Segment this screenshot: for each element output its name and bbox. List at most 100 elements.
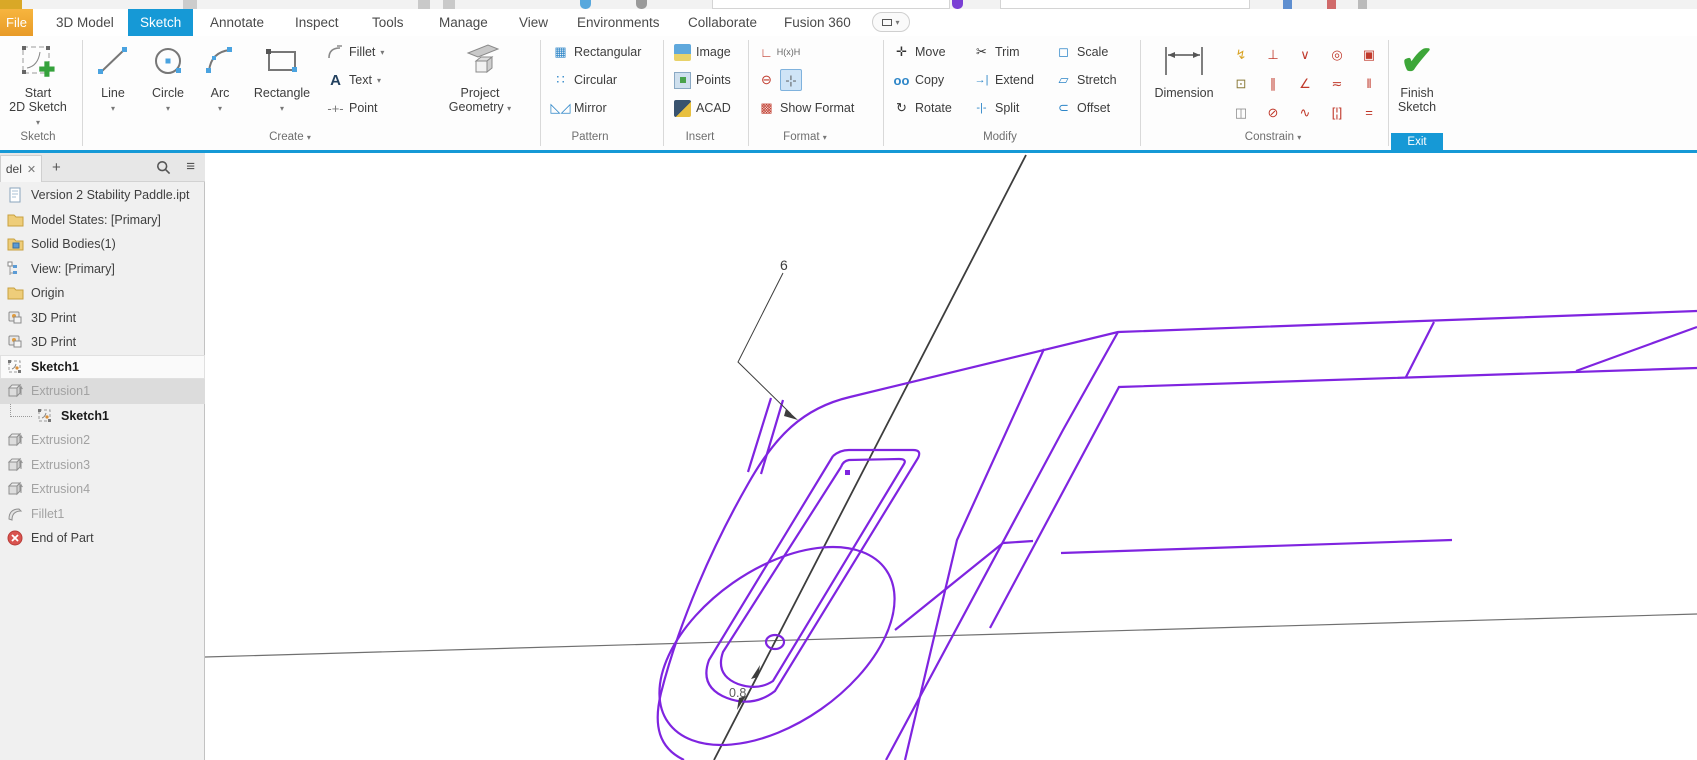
finish-sketch-button[interactable]: ✔ FinishSketch bbox=[1388, 38, 1446, 114]
browser-item-fillet1[interactable]: Fillet1 bbox=[0, 502, 205, 527]
dimension-inline-text[interactable]: 0.8 bbox=[729, 686, 746, 700]
browser-item-extrusion3[interactable]: Extrusion3 bbox=[0, 453, 205, 478]
concentric-constraint-icon[interactable]: ◎ bbox=[1321, 40, 1353, 69]
insert-points-button[interactable]: Points bbox=[674, 68, 731, 92]
extend-button[interactable]: →|Extend bbox=[973, 68, 1034, 92]
browser-item-sketch1[interactable]: Sketch1 bbox=[0, 404, 205, 429]
reference-line[interactable] bbox=[205, 614, 1697, 657]
tangent-circle-constraint-icon[interactable]: ⊘ bbox=[1257, 98, 1289, 127]
auto-dimension-icon[interactable]: ↯ bbox=[1225, 40, 1257, 69]
tab-file[interactable]: File bbox=[0, 9, 33, 36]
constraint-settings-icon[interactable]: ⊡ bbox=[1225, 69, 1257, 98]
tab-inspect[interactable]: Inspect bbox=[283, 9, 351, 36]
browser-item-version-2-stability-paddle-ipt[interactable]: Version 2 Stability Paddle.ipt bbox=[0, 183, 205, 208]
offset-button[interactable]: ⊂Offset bbox=[1055, 96, 1110, 120]
browser-tab-model[interactable]: del✕ bbox=[0, 155, 42, 182]
start-2d-sketch-button[interactable]: Start 2D Sketch ▾ bbox=[6, 38, 70, 130]
browser-item-extrusion2[interactable]: Extrusion2 bbox=[0, 428, 205, 453]
tab-tools[interactable]: Tools bbox=[360, 9, 416, 36]
shaft-right-diagonal[interactable] bbox=[1576, 327, 1697, 371]
show-constraints-icon[interactable]: ◫ bbox=[1225, 98, 1257, 127]
rectangular-pattern-button[interactable]: ▦ Rectangular bbox=[552, 40, 641, 64]
neck-edge-line-2[interactable] bbox=[905, 349, 1044, 760]
browser-item-origin[interactable]: Origin bbox=[0, 281, 205, 306]
browser-item-3d-print[interactable]: 3D Print bbox=[0, 330, 205, 355]
ground-constraint-icon[interactable]: ≂ bbox=[1321, 69, 1353, 98]
paddle-outer-outline[interactable] bbox=[658, 311, 1697, 760]
shaft-inner-line[interactable] bbox=[1061, 540, 1452, 553]
tab-annotate[interactable]: Annotate bbox=[198, 9, 276, 36]
tab-manage[interactable]: Manage bbox=[427, 9, 500, 36]
line-tool-button[interactable]: Line▾ bbox=[88, 38, 138, 116]
sketch-geometry[interactable] bbox=[624, 311, 1697, 760]
construction-axis-line[interactable] bbox=[714, 155, 1026, 760]
command-box-fragment[interactable] bbox=[1000, 0, 1250, 9]
tab-collaborate[interactable]: Collaborate bbox=[676, 9, 769, 36]
upper-slot-lines[interactable] bbox=[748, 398, 783, 474]
fix-lock-constraint-icon[interactable]: ▣ bbox=[1353, 40, 1385, 69]
ribbon-options-button[interactable]: ▾ bbox=[872, 12, 910, 32]
copy-button[interactable]: ooCopy bbox=[893, 68, 944, 92]
insert-acad-button[interactable]: ACAD bbox=[674, 96, 731, 120]
construction-line-icon[interactable]: ∟ bbox=[758, 44, 775, 61]
mirror-button[interactable]: ◺◿ Mirror bbox=[552, 96, 607, 120]
add-browser-tab-button[interactable]: + bbox=[52, 159, 61, 176]
centerline-icon[interactable]: ⊖ bbox=[758, 72, 775, 89]
text-tool-button[interactable]: A Text▾ bbox=[327, 68, 381, 92]
sketch-viewport[interactable]: 6 0.8 bbox=[205, 153, 1697, 760]
browser-item-solid-bodies-1-[interactable]: Solid Bodies(1) bbox=[0, 232, 205, 257]
vertical-constraint-icon[interactable]: ‖ bbox=[1353, 69, 1385, 98]
driven-dimension-icon[interactable]: H(x)H bbox=[780, 44, 797, 61]
panel-label-create[interactable]: Create ▾ bbox=[250, 131, 330, 143]
search-box-fragment[interactable] bbox=[712, 0, 950, 9]
blade-ellipse[interactable] bbox=[624, 507, 930, 760]
dimension-leader-text[interactable]: 6 bbox=[780, 257, 788, 273]
slot-outer-outline[interactable] bbox=[706, 450, 919, 702]
browser-item-model-states-primary-[interactable]: Model States: [Primary] bbox=[0, 208, 205, 233]
stretch-button[interactable]: ▱Stretch bbox=[1055, 68, 1117, 92]
symmetric-constraint-icon[interactable]: [¦] bbox=[1321, 98, 1353, 127]
equal-constraint-icon[interactable]: = bbox=[1353, 98, 1385, 127]
rectangle-tool-button[interactable]: Rectangle▾ bbox=[248, 38, 316, 116]
dimension-leader[interactable]: 6 bbox=[738, 257, 798, 420]
browser-item-extrusion4[interactable]: Extrusion4 bbox=[0, 477, 205, 502]
parallel-constraint-icon[interactable]: ∥ bbox=[1257, 69, 1289, 98]
perpendicular-constraint-icon[interactable]: ⊥ bbox=[1257, 40, 1289, 69]
browser-item-sketch1[interactable]: Sketch1 bbox=[0, 355, 205, 380]
point-tool-button[interactable]: -+- Point bbox=[327, 96, 378, 120]
fillet-tool-button[interactable]: Fillet▾ bbox=[327, 40, 384, 64]
circular-pattern-button[interactable]: ∷ Circular bbox=[552, 68, 617, 92]
tab-view[interactable]: View bbox=[507, 9, 560, 36]
search-icon[interactable] bbox=[156, 160, 171, 180]
dimension-button[interactable]: Dimension bbox=[1146, 38, 1222, 100]
coincident-constraint-icon[interactable]: ∨ bbox=[1289, 40, 1321, 69]
browser-item-end-of-part[interactable]: End of Part bbox=[0, 526, 205, 551]
insert-image-button[interactable]: Image bbox=[674, 40, 731, 64]
tab-3d-model[interactable]: 3D Model bbox=[44, 9, 126, 36]
hamburger-menu-icon[interactable]: ≡ bbox=[186, 158, 195, 175]
close-icon[interactable]: ✕ bbox=[27, 163, 36, 176]
trim-button[interactable]: ✂Trim bbox=[973, 40, 1020, 64]
tab-sketch[interactable]: Sketch bbox=[128, 9, 193, 36]
split-button[interactable]: -|-Split bbox=[973, 96, 1019, 120]
rotate-button[interactable]: ↻Rotate bbox=[893, 96, 952, 120]
tangent-angle-constraint-icon[interactable]: ∠ bbox=[1289, 69, 1321, 98]
move-button[interactable]: ✛Move bbox=[893, 40, 946, 64]
smooth-constraint-icon[interactable]: ∿ bbox=[1289, 98, 1321, 127]
shaft-lower-edge[interactable] bbox=[990, 368, 1697, 628]
scale-button[interactable]: ◻Scale bbox=[1055, 40, 1108, 64]
sketch-canvas[interactable]: 6 0.8 bbox=[205, 153, 1697, 760]
panel-label-format[interactable]: Format ▾ bbox=[770, 131, 840, 143]
tab-environments[interactable]: Environments bbox=[565, 9, 672, 36]
browser-item-extrusion1[interactable]: Extrusion1 bbox=[0, 379, 205, 404]
tab-fusion-360[interactable]: Fusion 360 bbox=[772, 9, 863, 36]
circle-tool-button[interactable]: Circle▾ bbox=[143, 38, 193, 116]
show-format-button[interactable]: ▩ Show Format bbox=[758, 96, 854, 120]
project-geometry-button[interactable]: Project Geometry ▾ bbox=[444, 38, 516, 116]
shaft-end-connector[interactable] bbox=[1406, 322, 1434, 377]
sketch-point[interactable] bbox=[845, 470, 850, 475]
browser-item-view-primary-[interactable]: View: [Primary] bbox=[0, 257, 205, 282]
center-point-toggle-selected[interactable]: -¦- bbox=[780, 69, 802, 91]
arc-tool-button[interactable]: Arc▾ bbox=[197, 38, 243, 116]
browser-item-3d-print[interactable]: 3D Print bbox=[0, 306, 205, 331]
